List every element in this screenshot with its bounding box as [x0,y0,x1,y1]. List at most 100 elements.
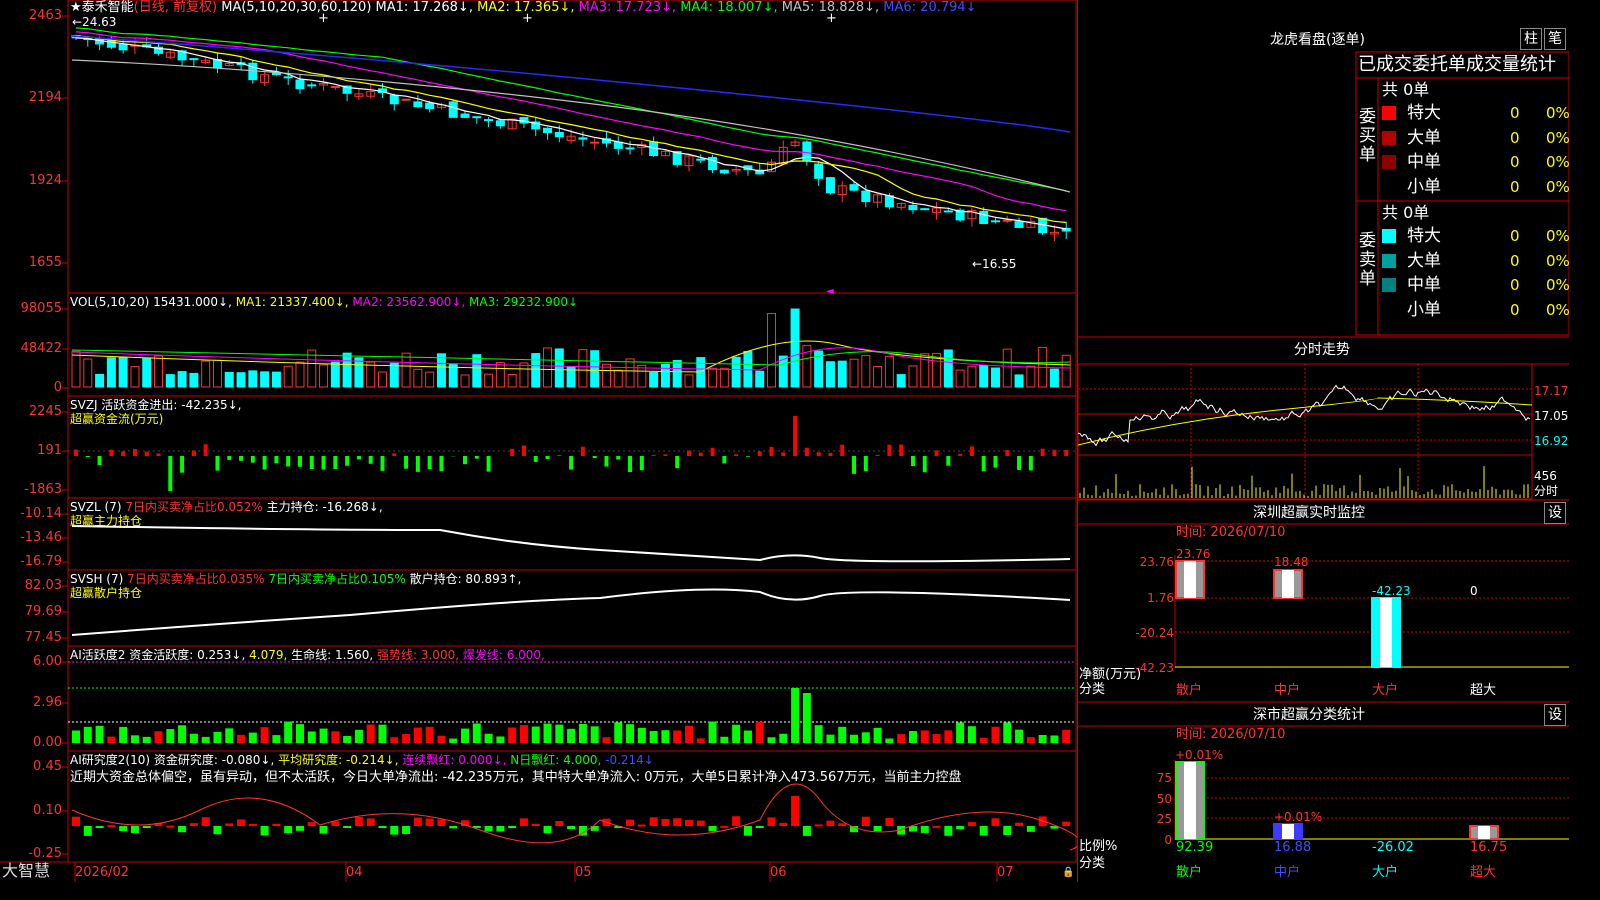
sz-monitor-value-4: 0 [1470,584,1478,598]
ai-active-header: AI活跃度2 资金活跃度: 0.253↓, 4.079, 生命线: 1.560,… [70,647,545,663]
ai-research-bar [378,826,387,828]
ai-research-bar [142,826,151,828]
svsh-ratio2: 7日内买卖净占比0.105% [268,572,406,586]
ai-active-bar [861,732,870,743]
svzl-axis-3: -16.79 [20,554,62,569]
sz-monitor-settings-button[interactable]: 设 [1544,502,1566,524]
svzj-bar [840,444,845,456]
ai-active-bar [590,726,599,743]
candle-body [825,177,835,194]
volume-bar [342,352,352,388]
svzj-bar [981,456,986,472]
ai-research-c: 连续飘红: 0.000↓, [402,753,507,767]
sz-class-settings-button[interactable]: 设 [1544,704,1566,726]
bar-view-button[interactable]: 柱 [1520,28,1542,50]
cursor-marker: ◄ [826,286,834,297]
lock-icon[interactable]: 🔒 [1062,865,1074,881]
svzj-bar [769,446,774,456]
ma4-line [75,27,1067,192]
sell-row-value: 0 [1510,251,1520,270]
sz-monitor-bar-3-hl [1380,598,1392,667]
ai-research-bar [1026,826,1035,832]
volume-bar [236,372,246,388]
sz-monitor-value-1: 23.76 [1176,547,1211,561]
ai-research-bar [767,817,776,826]
svzj-bar [569,456,574,470]
sz-monitor-cat-label: 分类 [1079,682,1106,697]
volume-bar [955,369,965,388]
volume-bar [201,360,211,388]
volume-bar [767,313,777,388]
svzj-bar [545,456,550,459]
main-chart-svg[interactable]: + + +◄ [0,0,1077,882]
svzj-bar [863,456,868,472]
svzj-bar [934,450,939,456]
svzj-bar [592,456,597,459]
ai-research-bar [555,820,564,826]
intraday-price-line [1078,384,1531,447]
ai-active-bar [331,731,340,743]
vol-axis-3: 0 [53,380,62,395]
svsh-hold: 散户持仓: 80.893↑, [409,572,522,586]
ai-active-bar [696,738,705,743]
buy-row-name: 特大 [1407,103,1441,123]
ai-research-bar [390,826,399,835]
svzj-bar [781,452,786,456]
buy-row-pct: 0% [1546,128,1570,147]
svzj-bar [439,456,444,472]
tick-view-button[interactable]: 笔 [1544,28,1566,50]
candle-body [448,101,458,118]
volume-bar [990,367,1000,388]
ai-active-bar [178,725,187,743]
ai-active-bar [295,724,304,743]
brand-logo[interactable]: 大智慧 [2,863,50,879]
ai-active-bar [614,722,623,743]
sz-class-value-3: -26.02 [1372,840,1414,855]
sz-monitor-unit: 净额(万元) [1079,667,1142,682]
buy-order-label: 委买单 [1359,107,1376,165]
main-chart-area[interactable]: + + + ◄ ★泰禾智能(日线, 前复权) MA(5,10,20,30,60,120… [0,0,1077,882]
ai-active-bar [154,731,163,743]
volume-bar [861,355,871,388]
ai-active-bar [779,733,788,743]
intraday-axis-1: 17.17 [1534,384,1569,398]
ai-active-bar [248,732,257,743]
ai-research-bar [932,825,941,828]
ma3-line [75,31,1067,212]
svzj-bar [1040,448,1045,456]
ma-label: MA(5,10,20,30,60,120) [221,0,372,15]
svzj-bar [852,456,857,474]
ai-active-bar [461,728,470,743]
volume-bar [1014,374,1024,388]
volume-bar [484,373,494,388]
sz-monitor-axis-3: -20.24 [1135,626,1174,640]
volume-bar [295,361,305,388]
ai-active-bar [684,725,693,743]
ai-active-bar [366,724,375,743]
ai-research-bar [484,826,493,832]
volume-bar [507,374,517,388]
stock-name[interactable]: 泰禾智能 [82,0,134,15]
volume-bar [637,364,647,388]
ai-research-bar [130,826,139,834]
svzj-bar [486,456,491,472]
ai-research-bar [1062,821,1071,826]
ai-active-bar [307,731,316,743]
svzj-bar [274,456,279,464]
sz-monitor-cat-3: 大户 [1372,683,1399,698]
date-label-4: 06 [770,865,787,880]
volume-bar [578,349,588,388]
svzj-bar [639,456,644,471]
panel-border [67,0,1077,294]
ai-research-bar [331,821,340,826]
buy-swatch-2 [1382,130,1396,145]
ai-active-bar [850,734,859,743]
ma5-line [71,59,1071,193]
buy-swatch-1 [1382,106,1396,120]
svzj-bar [804,447,809,456]
chart-mode[interactable]: (日线, 前复权) [134,0,217,15]
ai-active-bar [95,725,104,743]
sz-monitor-cat-1: 散户 [1176,683,1203,698]
ai-active-bar [979,737,988,743]
candle-body [307,84,317,87]
